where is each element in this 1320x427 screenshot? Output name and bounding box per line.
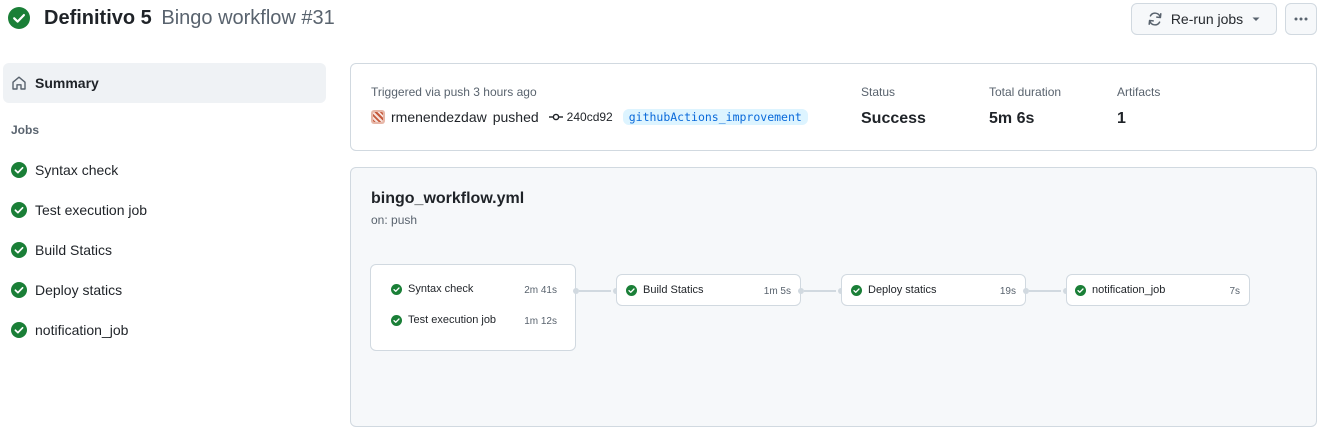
graph-job-label: Test execution job — [408, 314, 497, 326]
commit-link[interactable]: 240cd92 — [548, 110, 613, 124]
avatar[interactable] — [371, 110, 385, 124]
jobs-heading: Jobs — [11, 123, 40, 137]
graph-job-syntax-check[interactable]: Syntax check — [391, 283, 473, 295]
sidebar-item-test-execution-job[interactable]: Test execution job — [3, 193, 326, 227]
success-check-icon — [11, 242, 27, 258]
status-stat: Status Success — [861, 85, 926, 128]
sidebar-job-label: Syntax check — [35, 162, 119, 178]
graph-job-test-execution-job[interactable]: Test execution job — [391, 314, 496, 326]
status-label: Status — [861, 85, 896, 99]
rerun-jobs-label: Re-run jobs — [1170, 11, 1244, 27]
git-commit-icon — [548, 113, 563, 121]
sidebar-item-deploy-statics[interactable]: Deploy statics — [3, 273, 326, 307]
success-check-icon — [1075, 284, 1086, 296]
graph-job-label: Build Statics — [643, 284, 704, 296]
home-icon — [12, 76, 26, 90]
success-check-icon — [391, 314, 402, 326]
connector-line — [804, 290, 836, 292]
duration-value: 5m 6s — [989, 110, 1035, 127]
workflow-graph-card: bingo_workflow.yml on: push Syntax check… — [350, 167, 1317, 427]
graph-job-label: Syntax check — [408, 283, 474, 295]
push-action: pushed — [492, 109, 539, 125]
graph-job-duration: 1m 12s — [524, 316, 557, 327]
sync-icon — [1148, 12, 1162, 26]
run-name: Bingo workflow #31 — [161, 7, 335, 29]
success-check-icon — [11, 202, 27, 218]
sidebar-job-label: Test execution job — [35, 202, 148, 218]
kebab-horizontal-icon — [1294, 17, 1308, 21]
more-actions-button[interactable] — [1285, 3, 1317, 35]
sidebar-job-label: Build Statics — [35, 242, 113, 258]
graph-job-deploy-statics[interactable]: Deploy statics 19s — [841, 274, 1026, 306]
commit-sha: 240cd92 — [566, 110, 613, 124]
push-info: rmenendezdaw pushed 240cd92 githubAction… — [371, 109, 808, 125]
run-header: Definitivo 5 Bingo workflow #31 Re-run j… — [0, 0, 1320, 40]
graph-job-duration: 1m 5s — [763, 286, 791, 297]
graph-job-title: notification_job — [1075, 284, 1165, 296]
success-check-icon — [11, 162, 27, 178]
success-check-icon — [11, 282, 27, 298]
workflow-trigger: on: push — [371, 213, 418, 227]
success-check-icon — [851, 284, 862, 296]
sidebar-job-label: Deploy statics — [35, 282, 123, 298]
rerun-jobs-button[interactable]: Re-run jobs — [1131, 3, 1277, 35]
artifacts-stat: Artifacts 1 — [1117, 85, 1160, 128]
success-check-icon — [391, 283, 402, 295]
graph-job-notification-job[interactable]: notification_job 7s — [1066, 274, 1250, 306]
sidebar-job-label: notification_job — [35, 322, 129, 338]
artifacts-value[interactable]: 1 — [1117, 110, 1160, 128]
sidebar-item-build-statics[interactable]: Build Statics — [3, 233, 326, 267]
run-summary-card: Triggered via push 3 hours ago rmenendez… — [350, 63, 1317, 151]
sidebar-item-syntax-check[interactable]: Syntax check — [3, 153, 326, 187]
graph-job-label: notification_job — [1092, 284, 1166, 296]
sidebar-summary-label: Summary — [35, 75, 99, 91]
graph-job-duration: 2m 41s — [524, 285, 557, 296]
success-check-icon — [11, 322, 27, 338]
branch-label[interactable]: githubActions_improvement — [622, 109, 808, 125]
graph-job-duration: 19s — [999, 286, 1016, 297]
duration-stat: Total duration 5m 6s — [989, 85, 1061, 128]
job-group: Syntax check 2m 41s Test execution job 1… — [370, 264, 576, 351]
sidebar-item-summary[interactable]: Summary — [3, 63, 326, 103]
workflow-name[interactable]: Definitivo 5 — [44, 7, 152, 29]
graph-job-label: Deploy statics — [868, 284, 937, 296]
caret-down-icon — [1252, 17, 1260, 21]
graph-job-title: Deploy statics — [851, 284, 936, 296]
connector-line — [1029, 290, 1061, 292]
page-title: Definitivo 5 Bingo workflow #31 — [44, 5, 335, 31]
artifacts-label: Artifacts — [1117, 85, 1161, 99]
sidebar-item-notification-job[interactable]: notification_job — [3, 313, 326, 347]
graph-job-duration: 7s — [1229, 286, 1240, 297]
graph-job-build-statics[interactable]: Build Statics 1m 5s — [616, 274, 801, 306]
success-check-icon — [8, 7, 30, 29]
success-check-icon — [626, 284, 637, 296]
connector-line — [579, 290, 611, 292]
status-value: Success — [861, 110, 926, 127]
trigger-text: Triggered via push 3 hours ago — [371, 85, 537, 99]
duration-label: Total duration — [989, 85, 1062, 99]
actor-name[interactable]: rmenendezdaw — [391, 109, 487, 125]
workflow-file-name[interactable]: bingo_workflow.yml — [371, 190, 524, 208]
graph-job-title: Build Statics — [626, 284, 704, 296]
